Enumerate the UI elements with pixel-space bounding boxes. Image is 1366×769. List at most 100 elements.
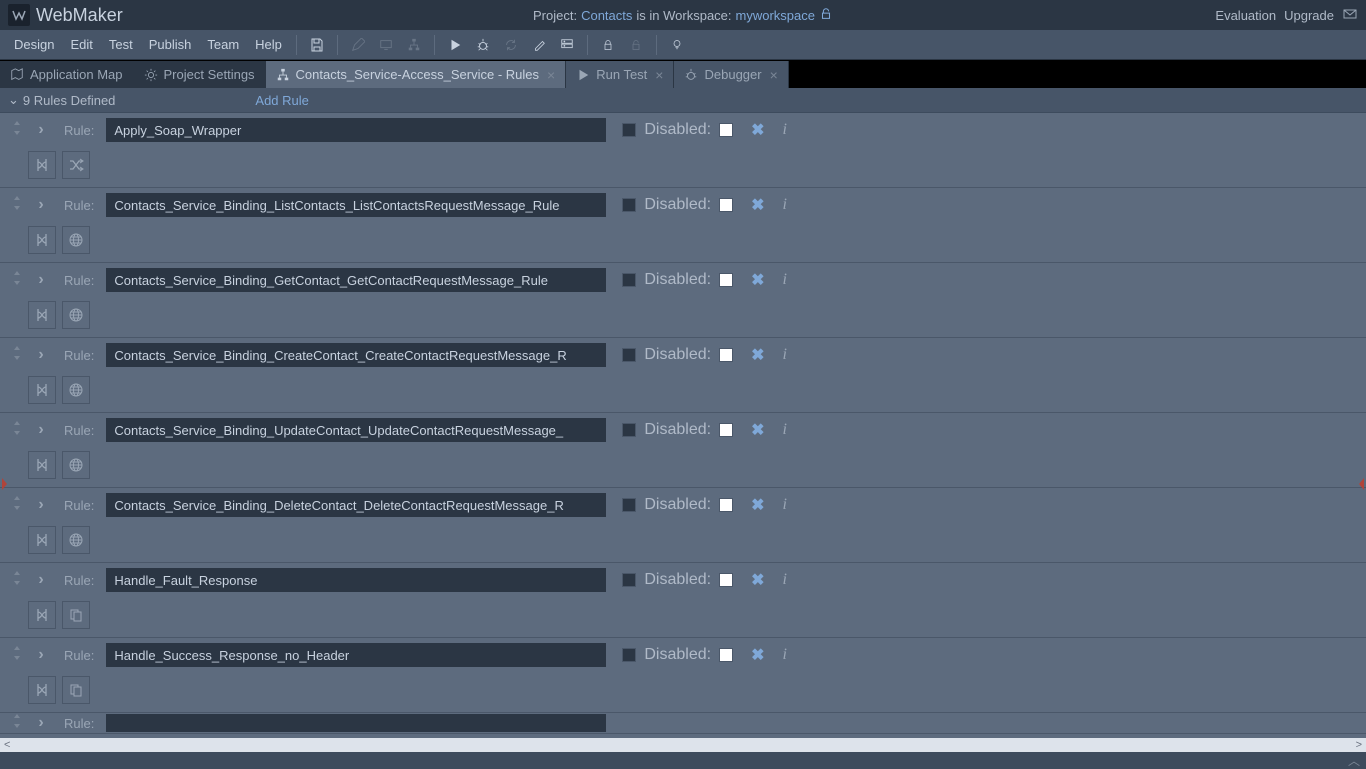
expand-rule-icon[interactable]: ›: [32, 646, 50, 664]
expand-rule-icon[interactable]: ›: [32, 121, 50, 139]
close-tab-icon[interactable]: ×: [547, 67, 555, 83]
tree-icon[interactable]: [404, 35, 424, 55]
chevron-down-icon[interactable]: ⌄: [8, 92, 19, 108]
disabled-checkbox[interactable]: [719, 198, 733, 212]
binding-icon[interactable]: [28, 376, 56, 404]
reorder-handle[interactable]: [8, 270, 26, 291]
monitor-icon[interactable]: [376, 35, 396, 55]
menu-test[interactable]: Test: [101, 33, 141, 56]
delete-rule-icon[interactable]: ✖: [751, 420, 764, 440]
disabled-checkbox[interactable]: [719, 573, 733, 587]
menu-edit[interactable]: Edit: [62, 33, 100, 56]
copy-icon[interactable]: [62, 676, 90, 704]
reorder-handle[interactable]: [8, 345, 26, 366]
lock-icon[interactable]: [598, 35, 618, 55]
project-name-link[interactable]: Contacts: [581, 8, 632, 23]
disabled-checkbox[interactable]: [719, 273, 733, 287]
erase-icon[interactable]: [529, 35, 549, 55]
play-icon[interactable]: [445, 35, 465, 55]
globe-icon[interactable]: [62, 451, 90, 479]
chevron-up-icon[interactable]: ︿: [1348, 752, 1360, 769]
info-icon[interactable]: i: [782, 421, 786, 439]
info-icon[interactable]: i: [782, 346, 786, 364]
save-icon[interactable]: [307, 35, 327, 55]
binding-icon[interactable]: [28, 676, 56, 704]
tab-rules[interactable]: Contacts_Service-Access_Service - Rules …: [266, 61, 567, 88]
rule-name-input[interactable]: [106, 193, 606, 217]
edit-icon[interactable]: [348, 35, 368, 55]
info-icon[interactable]: i: [782, 121, 786, 139]
tab-debugger[interactable]: Debugger ×: [674, 61, 788, 88]
unlock-icon[interactable]: [819, 7, 833, 24]
menu-design[interactable]: Design: [6, 33, 62, 56]
tab-project-settings[interactable]: Project Settings: [134, 61, 266, 88]
globe-icon[interactable]: [62, 526, 90, 554]
binding-icon[interactable]: [28, 601, 56, 629]
rule-name-input[interactable]: [106, 118, 606, 142]
expand-rule-icon[interactable]: ›: [32, 271, 50, 289]
add-rule-link[interactable]: Add Rule: [255, 93, 308, 108]
info-icon[interactable]: i: [782, 271, 786, 289]
rule-name-input[interactable]: [106, 268, 606, 292]
refresh-icon[interactable]: [501, 35, 521, 55]
info-icon[interactable]: i: [782, 196, 786, 214]
rule-name-input[interactable]: [106, 714, 606, 732]
tab-application-map[interactable]: Application Map: [0, 61, 134, 88]
disabled-checkbox[interactable]: [719, 498, 733, 512]
disabled-checkbox[interactable]: [719, 348, 733, 362]
close-tab-icon[interactable]: ×: [655, 67, 663, 83]
reorder-handle[interactable]: [8, 495, 26, 516]
globe-icon[interactable]: [62, 376, 90, 404]
horizontal-scrollbar[interactable]: <>: [0, 738, 1366, 752]
workspace-name-link[interactable]: myworkspace: [736, 8, 815, 23]
rule-name-input[interactable]: [106, 343, 606, 367]
globe-icon[interactable]: [62, 301, 90, 329]
binding-icon[interactable]: [28, 451, 56, 479]
expand-rule-icon[interactable]: ›: [32, 346, 50, 364]
info-icon[interactable]: i: [782, 571, 786, 589]
copy-icon[interactable]: [62, 601, 90, 629]
delete-rule-icon[interactable]: ✖: [751, 120, 764, 140]
delete-rule-icon[interactable]: ✖: [751, 195, 764, 215]
rule-name-input[interactable]: [106, 568, 606, 592]
bulb-icon[interactable]: [667, 35, 687, 55]
rule-name-input[interactable]: [106, 493, 606, 517]
reorder-handle[interactable]: [8, 120, 26, 141]
binding-icon[interactable]: [28, 301, 56, 329]
globe-icon[interactable]: [62, 226, 90, 254]
server-icon[interactable]: [557, 35, 577, 55]
expand-left-icon[interactable]: [0, 476, 8, 492]
reorder-handle[interactable]: [8, 195, 26, 216]
delete-rule-icon[interactable]: ✖: [751, 570, 764, 590]
menu-team[interactable]: Team: [199, 33, 247, 56]
bug-icon[interactable]: [473, 35, 493, 55]
tab-run-test[interactable]: Run Test ×: [566, 61, 674, 88]
expand-rule-icon[interactable]: ›: [32, 196, 50, 214]
close-tab-icon[interactable]: ×: [770, 67, 778, 83]
rule-name-input[interactable]: [106, 418, 606, 442]
binding-icon[interactable]: [28, 526, 56, 554]
disabled-checkbox[interactable]: [719, 423, 733, 437]
expand-rule-icon[interactable]: ›: [32, 421, 50, 439]
reorder-handle[interactable]: [8, 713, 26, 733]
mail-icon[interactable]: [1342, 6, 1358, 25]
expand-rule-icon[interactable]: ›: [32, 714, 50, 732]
shuffle-icon[interactable]: [62, 151, 90, 179]
reorder-handle[interactable]: [8, 420, 26, 441]
binding-icon[interactable]: [28, 226, 56, 254]
upgrade-link[interactable]: Upgrade: [1284, 8, 1334, 23]
delete-rule-icon[interactable]: ✖: [751, 495, 764, 515]
menu-help[interactable]: Help: [247, 33, 290, 56]
disabled-checkbox[interactable]: [719, 123, 733, 137]
unlock-icon-tb[interactable]: [626, 35, 646, 55]
disabled-checkbox[interactable]: [719, 648, 733, 662]
expand-rule-icon[interactable]: ›: [32, 496, 50, 514]
info-icon[interactable]: i: [782, 646, 786, 664]
delete-rule-icon[interactable]: ✖: [751, 270, 764, 290]
binding-icon[interactable]: [28, 151, 56, 179]
reorder-handle[interactable]: [8, 645, 26, 666]
info-icon[interactable]: i: [782, 496, 786, 514]
delete-rule-icon[interactable]: ✖: [751, 645, 764, 665]
expand-right-icon[interactable]: [1358, 476, 1366, 492]
menu-publish[interactable]: Publish: [141, 33, 200, 56]
